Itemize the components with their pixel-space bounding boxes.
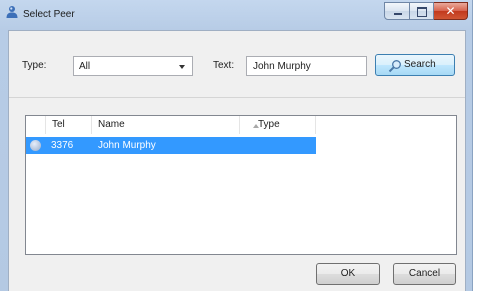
title-bar[interactable]: Select Peer ✕ [0,0,473,30]
peer-list[interactable]: Tel Name Type 3376 John Murphy [25,115,457,255]
chevron-down-icon [179,65,185,69]
divider [9,97,465,98]
minimize-button[interactable] [384,2,410,20]
cancel-button[interactable]: Cancel [393,263,456,285]
peer-status-icon [30,140,41,151]
window-title: Select Peer [23,9,75,20]
maximize-button[interactable] [410,2,434,20]
dialog-body: Type: All Text: Search Tel Name Type [8,30,466,291]
maximize-icon [417,7,427,17]
type-dropdown[interactable]: All [73,56,193,76]
column-header-type[interactable]: Type [240,116,316,134]
search-button[interactable]: Search [375,54,455,76]
close-icon: ✕ [445,4,456,18]
cell-name: John Murphy [98,140,156,151]
table-row[interactable]: 3376 John Murphy [26,137,316,154]
list-header: Tel Name Type [26,116,456,134]
cell-tel: 3376 [51,140,74,151]
search-text-field[interactable] [246,56,367,76]
type-label: Type: [22,60,47,71]
text-label: Text: [213,60,235,71]
ok-button[interactable]: OK [316,263,380,285]
window-controls: ✕ [384,2,468,20]
type-dropdown-value: All [79,61,91,72]
dialog-window: Select Peer ✕ Type: All Text: John Murph… [0,0,473,291]
status-column-header[interactable] [26,116,46,134]
column-header-name[interactable]: Name [92,116,240,134]
search-button-label: Search [404,59,436,70]
close-button[interactable]: ✕ [434,2,468,20]
peer-user-icon [6,6,18,18]
column-header-tel[interactable]: Tel [46,116,92,134]
search-icon [388,60,401,73]
minimize-icon [394,13,402,15]
search-input[interactable] [247,57,366,75]
